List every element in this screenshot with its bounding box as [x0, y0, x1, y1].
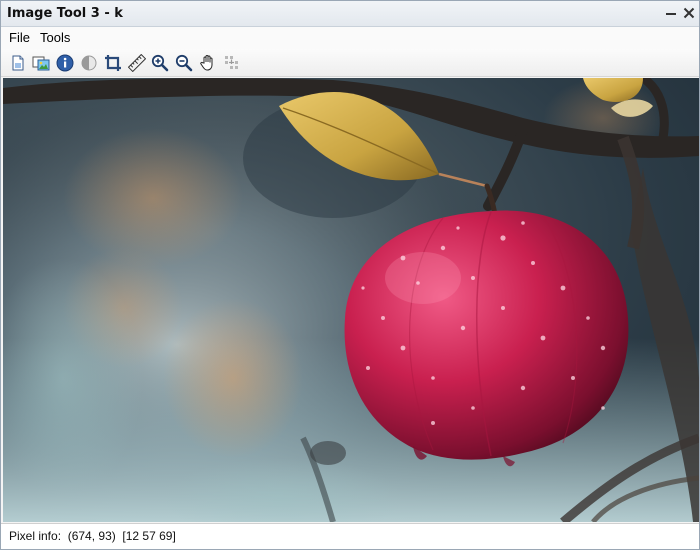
close-button[interactable] — [680, 4, 698, 22]
copy-image-icon — [32, 56, 50, 71]
pan-hand-icon — [200, 55, 213, 71]
title-bar[interactable]: Image Tool 3 - k — [1, 1, 699, 27]
toolbar — [1, 49, 699, 77]
menu-tools[interactable]: Tools — [40, 30, 70, 45]
pixel-region-button[interactable] — [222, 53, 242, 73]
measure-distance-button[interactable] — [127, 53, 147, 73]
apple-photo — [3, 78, 699, 522]
status-bar: Pixel info: (674, 93) [12 57 69] — [1, 523, 699, 549]
new-image-button[interactable] — [8, 53, 28, 73]
image-info-button[interactable] — [55, 53, 75, 73]
pixel-info-label: Pixel info: — [9, 529, 62, 543]
pan-button[interactable] — [198, 53, 218, 73]
minimize-button[interactable] — [662, 4, 680, 22]
pixel-info-rgb: [12 57 69] — [122, 529, 176, 543]
crop-button[interactable] — [103, 53, 123, 73]
image-tool-window: Image Tool 3 - k File Tools Pixel info: … — [0, 0, 700, 550]
minimize-icon — [666, 13, 676, 15]
close-icon — [683, 7, 695, 19]
contrast-button[interactable] — [79, 53, 99, 73]
ruler-icon — [128, 54, 146, 72]
zoom-out-icon — [175, 54, 193, 72]
window-title: Image Tool 3 - k — [7, 6, 123, 21]
info-icon — [56, 54, 74, 72]
copy-image-button[interactable] — [31, 53, 51, 73]
zoom-in-icon — [151, 54, 169, 72]
zoom-out-button[interactable] — [174, 53, 194, 73]
image-canvas[interactable] — [3, 78, 699, 522]
menu-bar: File Tools — [1, 27, 699, 49]
pixel-info-coords: (674, 93) — [67, 529, 116, 543]
crop-icon — [105, 55, 121, 71]
contrast-icon — [81, 55, 97, 71]
pixel-region-icon — [225, 56, 238, 69]
new-image-icon — [12, 55, 24, 71]
menu-file[interactable]: File — [9, 30, 30, 45]
zoom-in-button[interactable] — [150, 53, 170, 73]
